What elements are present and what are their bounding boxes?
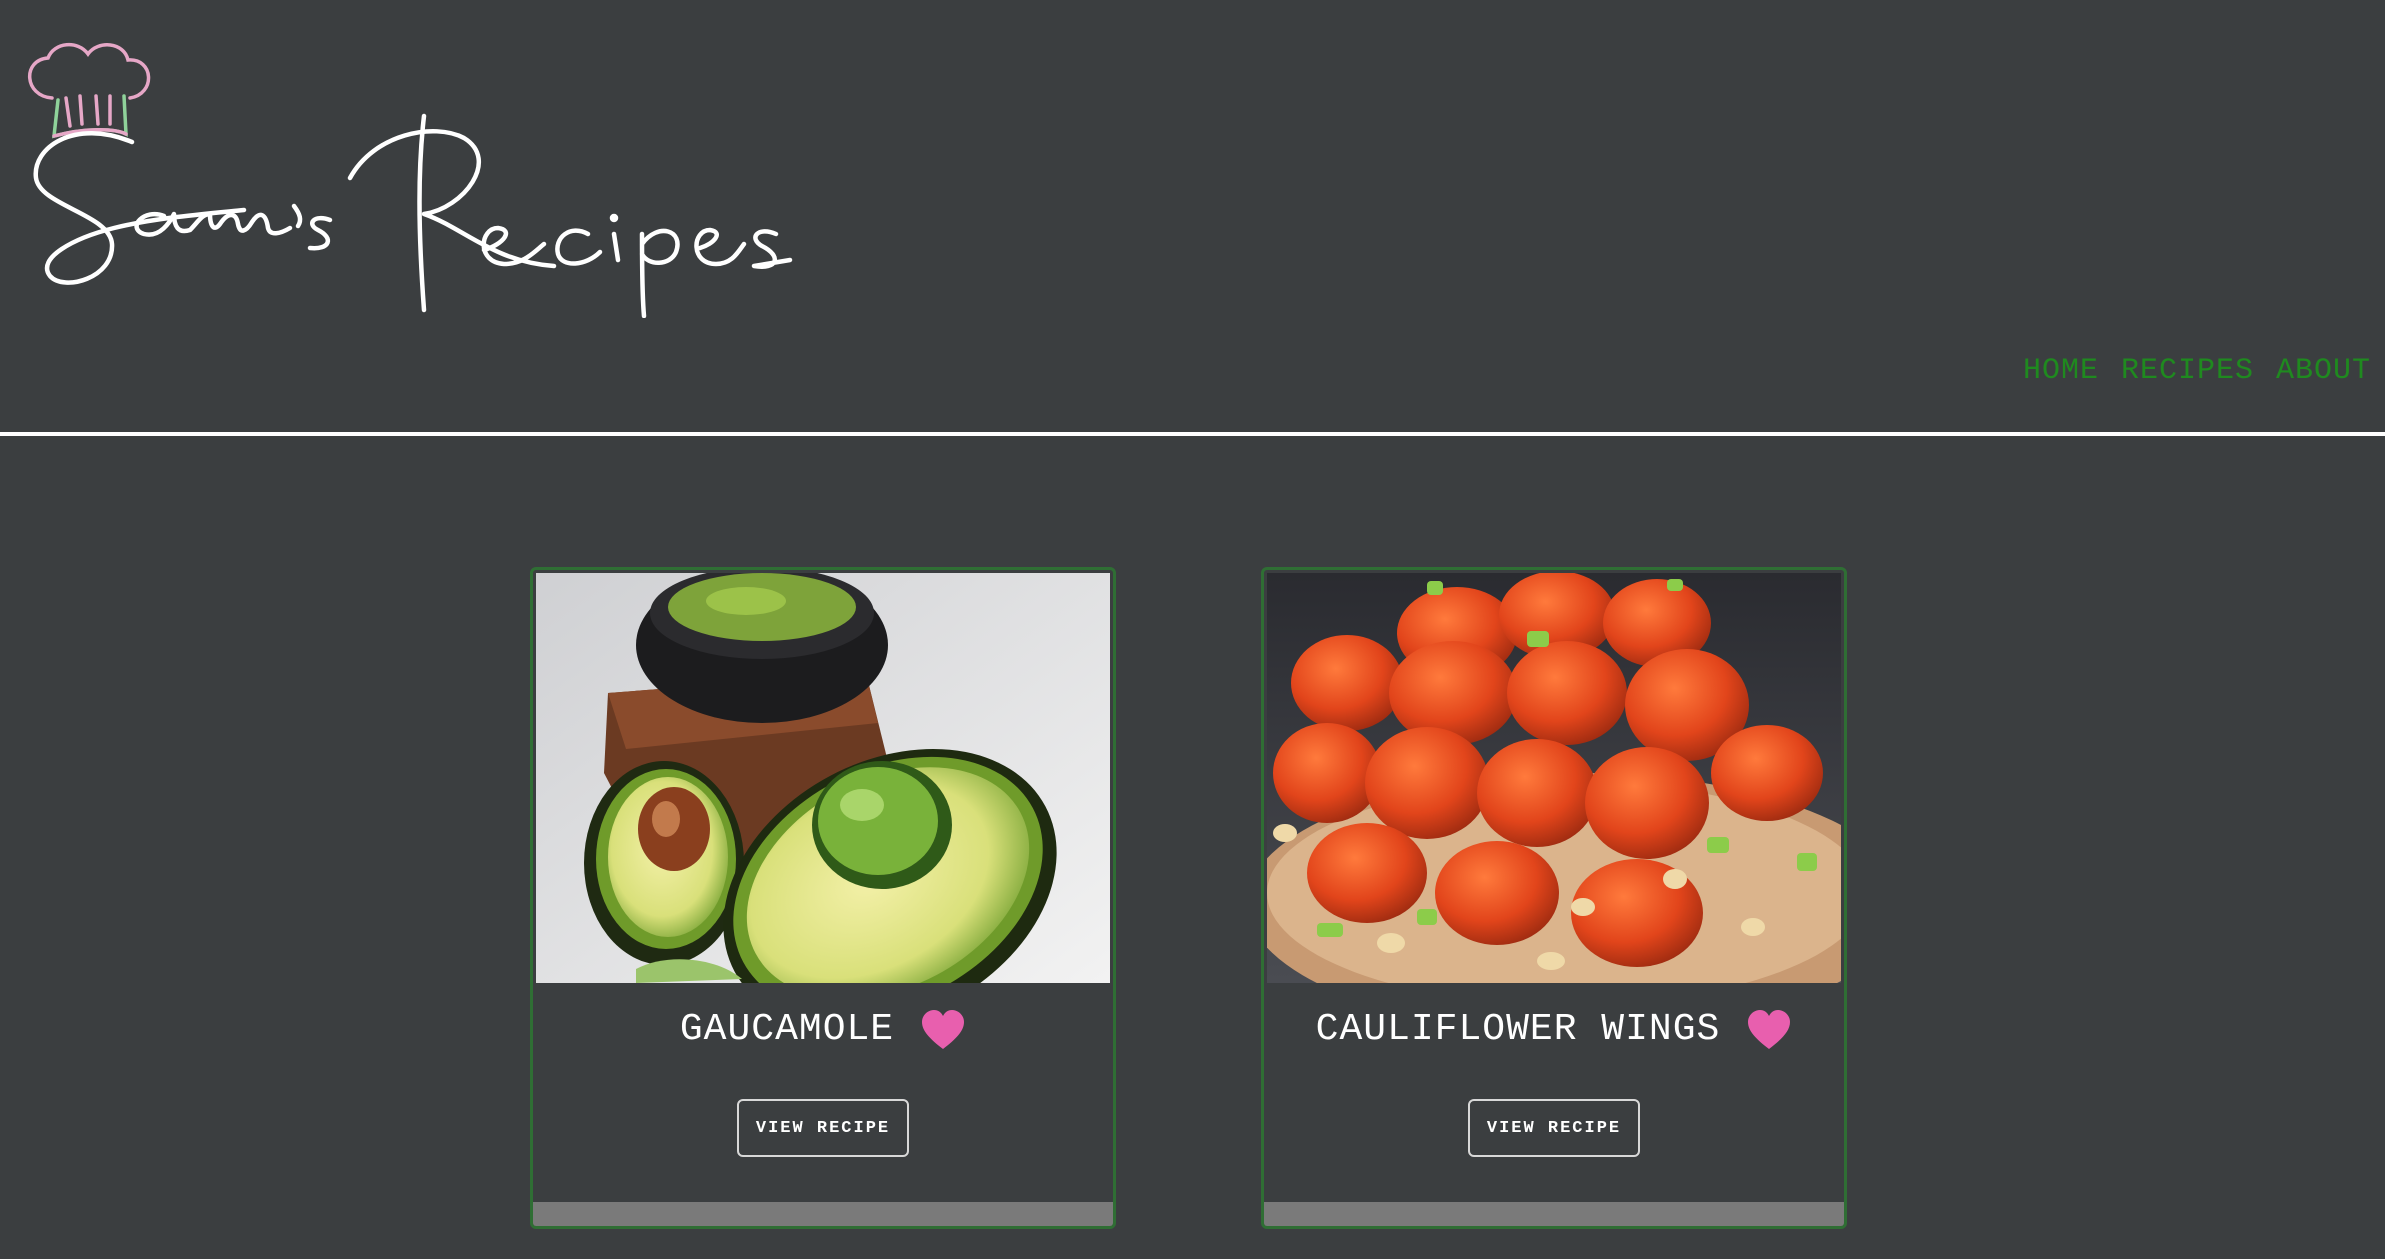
- nav-link-about[interactable]: ABOUT: [2276, 354, 2371, 388]
- view-recipe-button[interactable]: VIEW RECIPE: [737, 1099, 909, 1157]
- view-recipe-button[interactable]: VIEW RECIPE: [1468, 1099, 1640, 1157]
- guacamole-photo: [536, 573, 1110, 983]
- recipe-title: GAUCAMOLE: [679, 1008, 895, 1051]
- recipe-title-row: GAUCAMOLE: [533, 1008, 1113, 1051]
- heart-icon[interactable]: [920, 1009, 966, 1051]
- nav-link-recipes[interactable]: RECIPES: [2121, 354, 2254, 388]
- chef-hat-logo-icon: [28, 43, 793, 318]
- recipe-title: CAULIFLOWER WINGS: [1315, 1008, 1721, 1051]
- card-footer-bar: [1264, 1202, 1844, 1226]
- recipe-card-cauliflower-wings: CAULIFLOWER WINGS VIEW RECIPE: [1261, 567, 1847, 1229]
- recipe-title-row: CAULIFLOWER WINGS: [1264, 1008, 1844, 1051]
- heart-icon[interactable]: [1746, 1009, 1792, 1051]
- main-nav: HOME RECIPES ABOUT: [2023, 354, 2371, 388]
- header-divider: [0, 432, 2385, 436]
- cauliflower-wings-photo: [1267, 573, 1841, 983]
- card-footer-bar: [533, 1202, 1113, 1226]
- recipe-card-guacamole: GAUCAMOLE VIEW RECIPE: [530, 567, 1116, 1229]
- site-logo[interactable]: [14, 38, 794, 318]
- nav-link-home[interactable]: HOME: [2023, 354, 2099, 388]
- site-header: HOME RECIPES ABOUT: [0, 0, 2385, 434]
